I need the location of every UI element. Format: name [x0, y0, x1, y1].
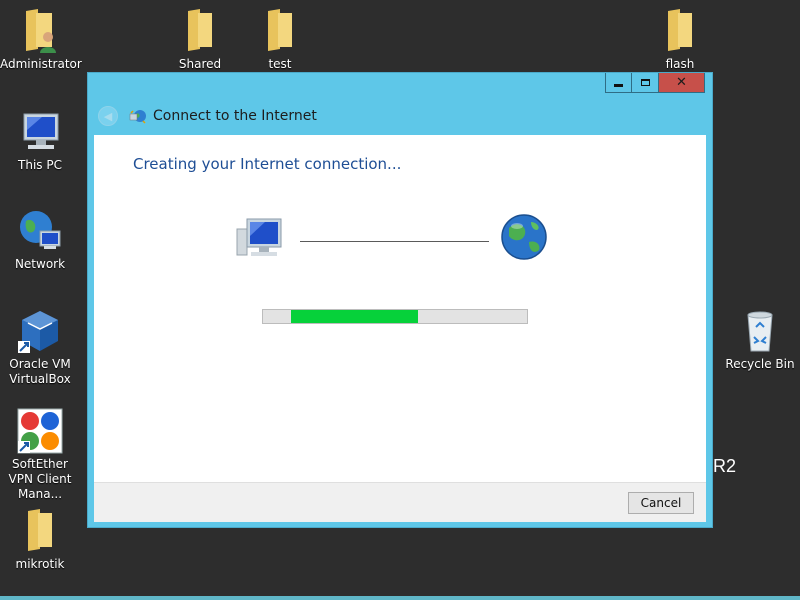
desktop-icon-label: test: [268, 57, 292, 71]
desktop-icon-label: mikrotik: [15, 557, 65, 571]
cancel-button[interactable]: Cancel: [628, 492, 694, 514]
desktop-watermark-text: R2: [713, 456, 737, 476]
network-connection-icon: [129, 110, 146, 124]
desktop-icon-mikrotik[interactable]: mikrotik: [0, 507, 80, 572]
folder-icon: [668, 9, 692, 51]
desktop-icon-label: Oracle VM VirtualBox: [9, 357, 71, 386]
progress-bar: [262, 309, 528, 324]
taskbar-edge: [0, 596, 800, 600]
desktop-icon-virtualbox[interactable]: Oracle VM VirtualBox: [0, 307, 80, 387]
desktop-icon-shared[interactable]: Shared: [160, 7, 240, 72]
desktop-icon-administrator[interactable]: Administrator: [0, 7, 82, 72]
folder-icon: [268, 9, 292, 51]
desktop-icon-flash[interactable]: flash: [640, 7, 720, 72]
maximize-icon: [640, 79, 650, 86]
softether-icon: [17, 408, 63, 454]
folder-icon: [28, 509, 52, 551]
close-button[interactable]: ✕: [659, 73, 705, 93]
user-folder-icon: [26, 9, 56, 53]
close-icon: ✕: [676, 75, 687, 90]
window-controls: ✕: [605, 73, 705, 93]
computer-icon: [23, 113, 59, 149]
connection-line: [300, 241, 489, 242]
desktop-icon-label: Administrator: [0, 57, 82, 71]
recycle-bin-icon: [747, 311, 773, 352]
window-title: Connect to the Internet: [153, 108, 317, 124]
minimize-button[interactable]: [605, 73, 632, 93]
globe-icon: [501, 214, 547, 260]
desktop-icon-label: Network: [14, 257, 66, 271]
desktop-icon-label: Shared: [178, 57, 222, 71]
folder-icon: [188, 9, 212, 51]
desktop-icon-network[interactable]: Network: [0, 207, 80, 272]
wizard-content: Creating your Internet connection...: [94, 135, 706, 482]
desktop-icon-label: This PC: [18, 158, 62, 172]
desktop-icon-test[interactable]: test: [240, 7, 320, 72]
wizard-footer: Cancel: [94, 482, 706, 522]
title-bar: ◀ Connect to the Internet: [98, 106, 317, 126]
desktop-icon-label: Recycle Bin: [725, 357, 795, 371]
page-heading: Creating your Internet connection...: [133, 155, 402, 173]
computer-icon: [236, 218, 282, 256]
minimize-icon: [614, 83, 623, 87]
virtualbox-icon: [18, 311, 58, 353]
connect-internet-window: ✕ ◀ Connect to the Internet Creating you…: [87, 72, 713, 528]
desktop-icon-label: SoftEther VPN Client Mana...: [8, 457, 72, 501]
back-button[interactable]: ◀: [98, 106, 118, 126]
back-arrow-icon: ◀: [103, 109, 113, 123]
desktop-icon-this-pc[interactable]: This PC: [0, 108, 80, 173]
progress-bar-fill: [291, 310, 418, 323]
network-icon: [20, 211, 61, 249]
desktop-icon-softether[interactable]: SoftEther VPN Client Mana...: [0, 407, 80, 502]
desktop-icon-recycle-bin[interactable]: Recycle Bin: [720, 307, 800, 372]
maximize-button[interactable]: [632, 73, 659, 93]
desktop-icon-label: flash: [665, 57, 695, 71]
